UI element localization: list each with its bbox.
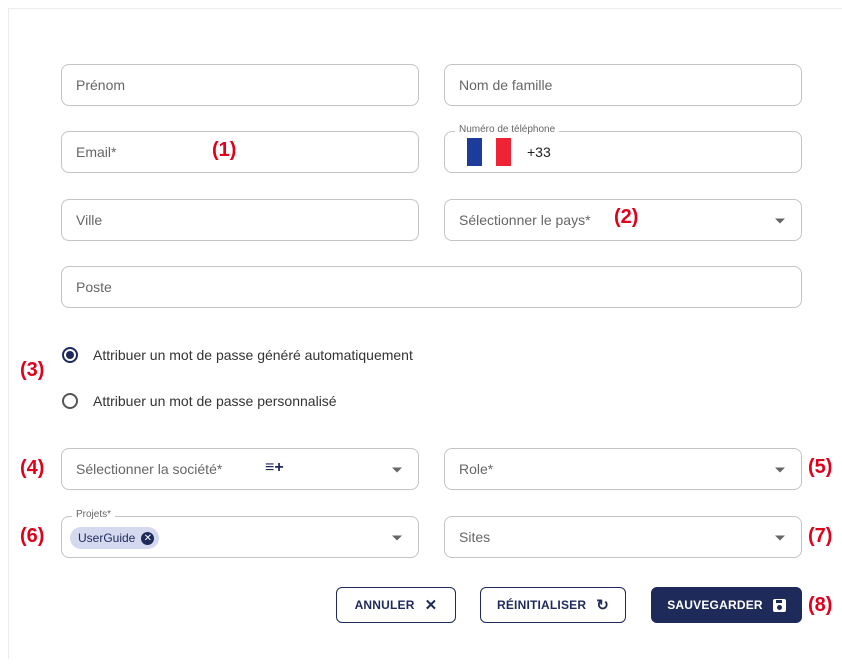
position-field[interactable]: Poste	[61, 266, 802, 308]
radio-custom-password-label[interactable]: Attribuer un mot de passe personnalisé	[93, 393, 337, 409]
sites-placeholder: Sites	[459, 529, 491, 545]
radio-auto-password-label[interactable]: Attribuer un mot de passe généré automat…	[93, 347, 413, 363]
phone-legend: Numéro de téléphone	[455, 124, 560, 135]
projects-select[interactable]: Projets* UserGuide ✕	[61, 509, 419, 558]
save-button[interactable]: SAUVEGARDER	[651, 587, 802, 623]
first-name-placeholder: Prénom	[76, 77, 126, 93]
chevron-down-icon	[775, 535, 785, 541]
first-name-field[interactable]: Prénom	[61, 64, 419, 106]
company-select[interactable]: Sélectionner la société* ≡+	[61, 448, 419, 490]
annotation-7: (7)	[808, 525, 833, 547]
annotation-8: (8)	[808, 594, 833, 616]
radio-custom-password[interactable]	[62, 393, 78, 409]
chip-remove-icon[interactable]: ✕	[141, 531, 155, 545]
refresh-icon: ↻	[596, 596, 610, 614]
last-name-placeholder: Nom de famille	[459, 77, 553, 93]
annotation-4: (4)	[20, 457, 45, 479]
annotation-3: (3)	[20, 359, 45, 381]
last-name-field[interactable]: Nom de famille	[444, 64, 802, 106]
email-placeholder: Email*	[76, 144, 117, 160]
project-chip: UserGuide ✕	[70, 527, 160, 549]
france-flag-icon[interactable]	[467, 138, 512, 166]
email-field[interactable]: Email*	[61, 131, 419, 173]
chevron-down-icon	[392, 467, 402, 473]
annotation-2: (2)	[614, 206, 639, 228]
reset-button-label: RÉINITIALISER	[496, 598, 587, 612]
position-placeholder: Poste	[76, 279, 112, 295]
chevron-down-icon	[775, 467, 785, 473]
chevron-down-icon	[775, 218, 785, 224]
annotation-5: (5)	[808, 456, 833, 478]
role-select[interactable]: Role*	[444, 448, 802, 490]
projects-legend: Projets*	[72, 509, 116, 520]
country-placeholder: Sélectionner le pays*	[459, 212, 591, 228]
chevron-down-icon	[392, 535, 402, 541]
city-placeholder: Ville	[76, 212, 103, 228]
role-placeholder: Role*	[459, 461, 494, 477]
company-placeholder: Sélectionner la société*	[76, 461, 223, 477]
annotation-1: (1)	[212, 139, 237, 161]
save-button-label: SAUVEGARDER	[667, 598, 763, 612]
reset-button[interactable]: RÉINITIALISER ↻	[480, 587, 626, 623]
close-icon: ✕	[424, 596, 438, 614]
cancel-button-label: ANNULER	[354, 598, 415, 612]
phone-field[interactable]: Numéro de téléphone +33	[444, 124, 802, 173]
sites-select[interactable]: Sites	[444, 516, 802, 558]
project-chip-label: UserGuide	[78, 531, 136, 545]
add-list-icon[interactable]: ≡+	[265, 459, 284, 477]
radio-auto-password[interactable]	[62, 347, 78, 363]
save-icon	[772, 598, 786, 612]
city-field[interactable]: Ville	[61, 199, 419, 241]
cancel-button[interactable]: ANNULER ✕	[336, 587, 456, 623]
phone-dial-code: +33	[527, 144, 551, 160]
annotation-6: (6)	[20, 525, 45, 547]
